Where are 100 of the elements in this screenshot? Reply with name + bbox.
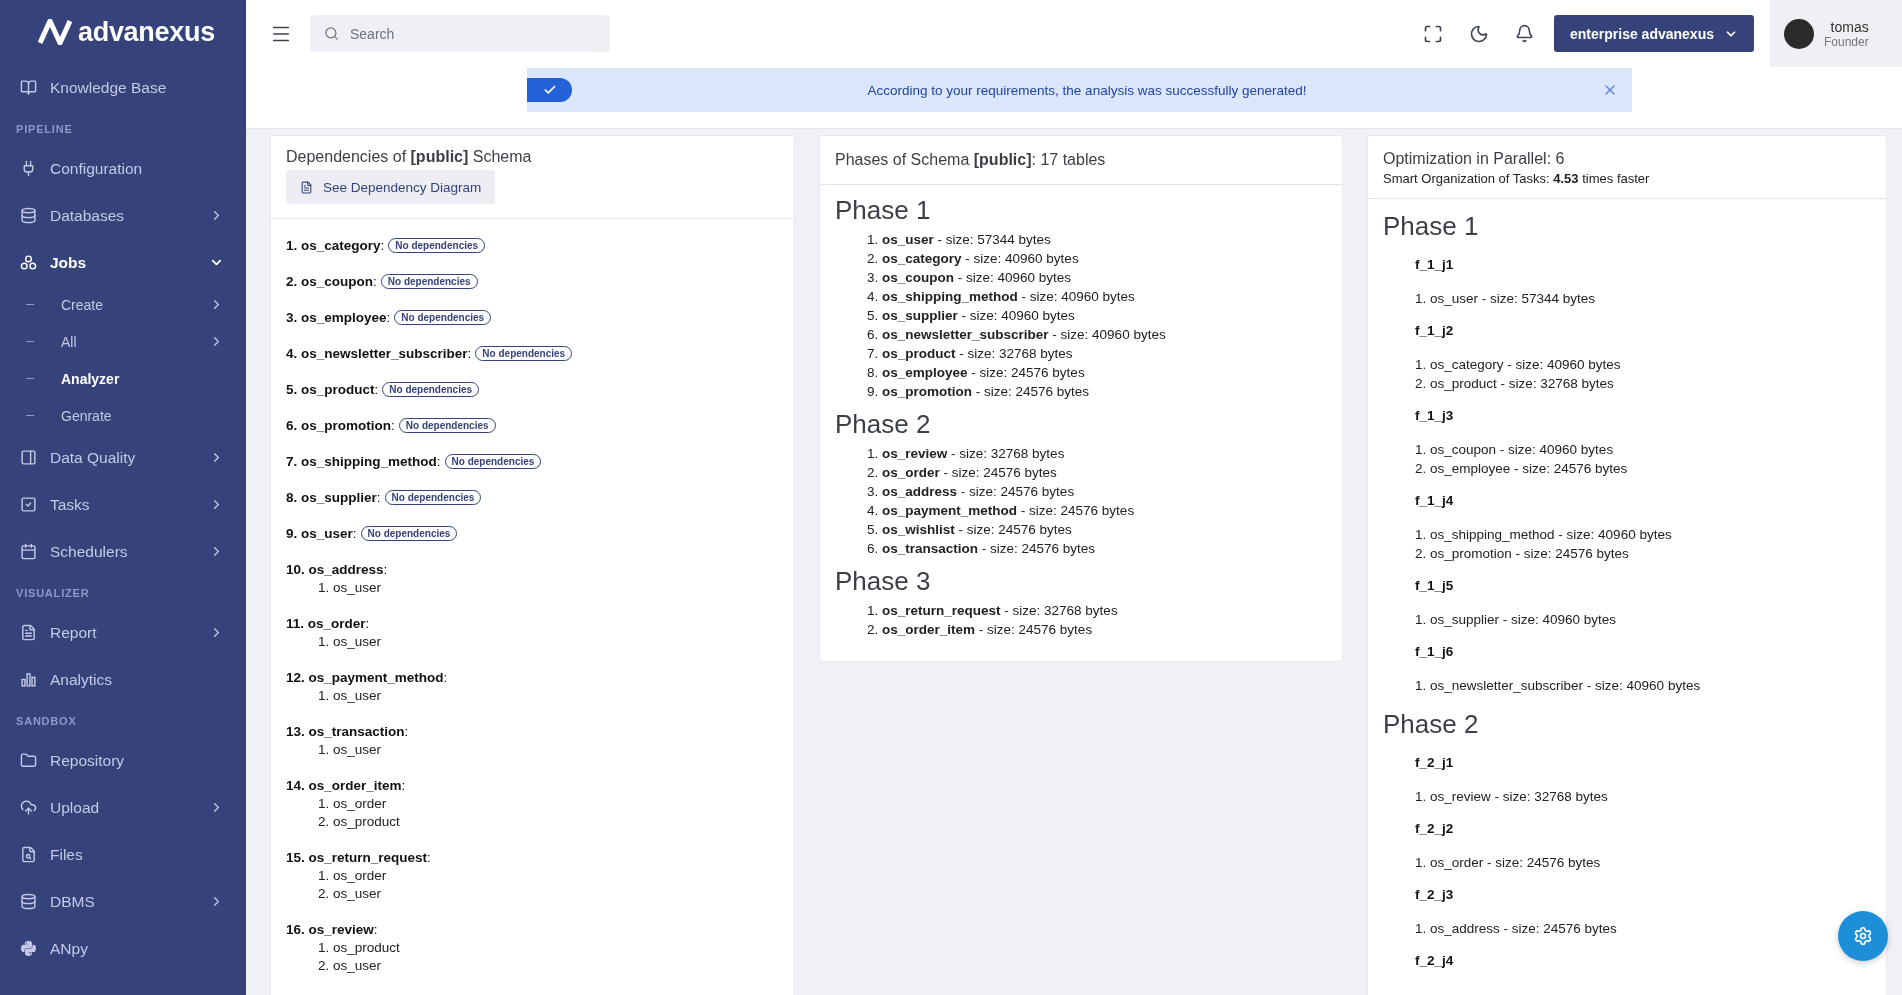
file-search-icon bbox=[20, 846, 37, 863]
table-row-text: 2. os_order_item - size: 24576 bytes bbox=[867, 621, 1093, 639]
phase-heading: Phase 1 bbox=[835, 195, 932, 226]
nav-item[interactable]: DBMS bbox=[0, 878, 246, 925]
job-name: f_1_j1 bbox=[1415, 257, 1455, 272]
dependency-item: 1. os_user bbox=[318, 687, 382, 705]
job-name: f_2_j1 bbox=[1415, 755, 1455, 770]
user-menu[interactable]: tomas Founder bbox=[1770, 0, 1902, 67]
nav-item[interactable]: Analytics bbox=[0, 656, 246, 703]
table-row-text: 1. os_shipping_method - size: 40960 bytes bbox=[1415, 526, 1672, 544]
check-icon bbox=[527, 78, 572, 102]
nav-item[interactable]: Data Quality bbox=[0, 434, 246, 481]
table-name: 15. os_return_request: bbox=[286, 850, 431, 865]
nav-item[interactable]: Upload bbox=[0, 784, 246, 831]
nav-item[interactable]: Jobs bbox=[0, 239, 246, 286]
table-row-text: 5. os_supplier - size: 40960 bytes bbox=[867, 307, 1075, 325]
section-label: SANDBOX bbox=[15, 714, 78, 729]
nav-item[interactable]: Knowledge Base bbox=[0, 64, 246, 111]
python-icon bbox=[20, 940, 37, 957]
database-icon bbox=[20, 893, 37, 910]
nav-subitem[interactable]: All bbox=[0, 323, 246, 360]
cloud-upload-icon bbox=[20, 799, 37, 816]
table-row-text: 1. os_review - size: 32768 bytes bbox=[1415, 788, 1608, 806]
phase-heading: Phase 2 bbox=[835, 409, 932, 440]
phase-heading: Phase 3 bbox=[835, 566, 932, 597]
notifications-button[interactable] bbox=[1515, 24, 1535, 43]
table-name: 2. os_coupon: bbox=[286, 274, 377, 289]
section-label: PIPELINE bbox=[15, 122, 74, 137]
dependency-item: 1. os_order bbox=[318, 795, 387, 813]
job-name: f_1_j6 bbox=[1415, 644, 1455, 659]
table-row-text: 1. os_category - size: 40960 bytes bbox=[1415, 356, 1621, 374]
table-row-text: 1. os_return_request - size: 32768 bytes bbox=[867, 602, 1118, 620]
circles-icon bbox=[20, 254, 37, 271]
table-row-text: 6. os_newsletter_subscriber - size: 40960 bytes bbox=[867, 326, 1166, 344]
table-name: 7. os_shipping_method: bbox=[286, 454, 441, 469]
folder-icon bbox=[20, 752, 37, 769]
bar-chart-icon bbox=[20, 671, 37, 688]
dependency-item: 1. os_user bbox=[318, 633, 382, 651]
nav-item[interactable]: ANpy bbox=[0, 925, 246, 972]
table-row-text: 1. os_user - size: 57344 bytes bbox=[867, 231, 1051, 249]
search-field[interactable]: Search bbox=[310, 15, 610, 52]
table-name: 12. os_payment_method: bbox=[286, 670, 448, 685]
logo-icon bbox=[38, 19, 72, 45]
fullscreen-button[interactable] bbox=[1423, 23, 1444, 44]
organization-dropdown[interactable]: enterprise advanexus bbox=[1554, 15, 1754, 52]
book-icon bbox=[20, 79, 37, 96]
nav-subitem[interactable]: Analyzer bbox=[0, 360, 246, 397]
card-subtitle: Smart Organization of Tasks: 4.53 times faster bbox=[1383, 171, 1651, 186]
nav-item[interactable]: Tasks bbox=[0, 481, 246, 528]
nav-item[interactable]: Report bbox=[0, 609, 246, 656]
table-row-text: 1. os_newsletter_subscriber - size: 40960 bytes bbox=[1415, 677, 1701, 695]
table-row-text: 1. os_address - size: 24576 bytes bbox=[1415, 920, 1617, 938]
dependency-item: 2. os_user bbox=[318, 885, 382, 903]
checkbox-icon bbox=[20, 496, 37, 513]
table-name: 8. os_supplier: bbox=[286, 490, 381, 505]
table-name: 14. os_order_item: bbox=[286, 778, 406, 793]
nav-subitem[interactable]: Create bbox=[0, 286, 246, 323]
nav-item[interactable]: Schedulers bbox=[0, 528, 246, 575]
card-title: Phases of Schema [public]: 17 tables bbox=[835, 151, 1107, 169]
table-row-text: 3. os_coupon - size: 40960 bytes bbox=[867, 269, 1072, 287]
diagram-button[interactable]: See Dependency Diagram bbox=[286, 170, 496, 204]
card-title: Optimization in Parallel: 6 bbox=[1383, 150, 1566, 168]
table-row-text: 2. os_product - size: 32768 bytes bbox=[1415, 375, 1614, 393]
job-name: f_1_j5 bbox=[1415, 578, 1455, 593]
job-name: f_1_j2 bbox=[1415, 323, 1455, 338]
table-name: 1. os_category: bbox=[286, 238, 385, 253]
table-name: 13. os_transaction: bbox=[286, 724, 409, 739]
job-name: f_2_j3 bbox=[1415, 887, 1455, 902]
table-row-text: 9. os_promotion - size: 24576 bytes bbox=[867, 383, 1090, 401]
dependency-item: 1. os_order bbox=[318, 867, 387, 885]
table-name: 4. os_newsletter_subscriber: bbox=[286, 346, 472, 361]
job-name: f_2_j4 bbox=[1415, 953, 1455, 968]
user-name: tomas bbox=[1830, 18, 1869, 35]
table-row-text: 1. os_review - size: 32768 bytes bbox=[867, 445, 1065, 463]
alert-message: According to your requirements, the analysis was successfully generated! bbox=[866, 82, 1308, 98]
table-name: 11. os_order: bbox=[286, 616, 370, 631]
dark-mode-button[interactable] bbox=[1469, 23, 1490, 44]
job-name: f_1_j3 bbox=[1415, 408, 1455, 423]
phase-heading: Phase 2 bbox=[1383, 709, 1480, 740]
card-title: Dependencies of [public] Schema bbox=[286, 148, 533, 166]
nav-item[interactable]: Files bbox=[0, 831, 246, 878]
table-row-text: 5. os_wishlist - size: 24576 bytes bbox=[867, 521, 1072, 539]
user-role: Founder bbox=[1824, 34, 1869, 49]
table-name: 5. os_product: bbox=[286, 382, 379, 397]
table-row-text: 2. os_order - size: 24576 bytes bbox=[867, 464, 1057, 482]
table-row-text: 6. os_transaction - size: 24576 bytes bbox=[867, 540, 1096, 558]
table-name: 9. os_user: bbox=[286, 526, 357, 541]
dependency-item: 1. os_product bbox=[318, 939, 400, 957]
phase-heading: Phase 1 bbox=[1383, 211, 1480, 242]
nav-item[interactable]: Databases bbox=[0, 192, 246, 239]
nav-item[interactable]: Repository bbox=[0, 737, 246, 784]
nav-item[interactable]: Configuration bbox=[0, 145, 246, 192]
table-row-text: 2. os_promotion - size: 24576 bytes bbox=[1415, 545, 1629, 563]
report-icon bbox=[20, 624, 37, 641]
nav-subitem[interactable]: Genrate bbox=[0, 397, 246, 434]
table-name: 3. os_employee: bbox=[286, 310, 391, 325]
table-row-text: 2. os_category - size: 40960 bytes bbox=[867, 250, 1079, 268]
database-icon bbox=[20, 207, 37, 224]
table-row-text: 4. os_payment_method - size: 24576 bytes bbox=[867, 502, 1135, 520]
table-row-text: 1. os_order - size: 24576 bytes bbox=[1415, 854, 1601, 872]
